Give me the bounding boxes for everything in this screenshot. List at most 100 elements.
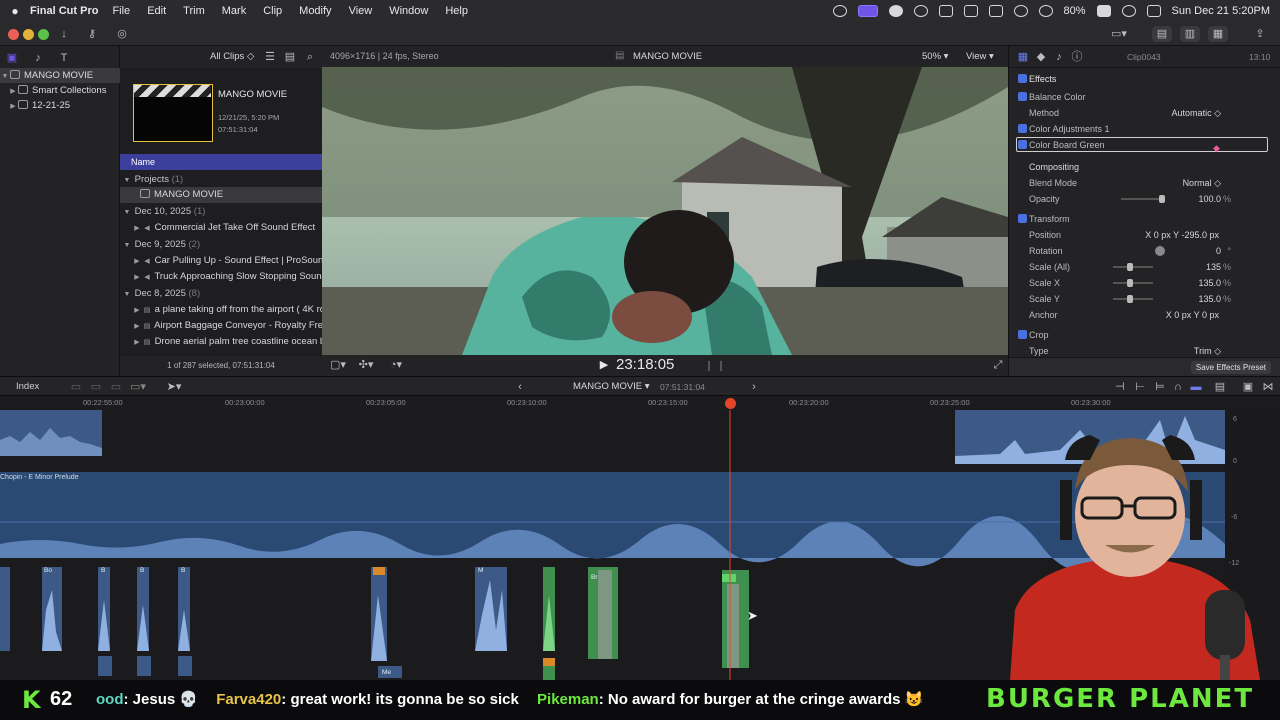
library-item-mango-movie[interactable]: ▼ MANGO MOVIE <box>0 68 120 83</box>
inspector-row-scale-all[interactable]: Scale (All) 135% <box>1009 259 1280 275</box>
inspector-row-position[interactable]: Position X 0 px Y -295.0 px <box>1009 227 1280 243</box>
background-tasks-icon[interactable]: ◎ <box>112 26 132 42</box>
playhead-handle-icon[interactable] <box>725 398 736 409</box>
opacity-slider[interactable] <box>1121 195 1165 203</box>
focus-icon[interactable] <box>888 5 903 17</box>
inspector-row-color-board[interactable]: Color Board Green ◆ <box>1009 137 1280 153</box>
transitions-browser-icon[interactable]: ⋈ <box>1258 379 1278 395</box>
transform-checkbox[interactable] <box>1018 214 1027 223</box>
insert-clip-icon[interactable]: ▭ <box>86 379 106 395</box>
info-inspector-icon[interactable]: ⓘ <box>1067 49 1087 65</box>
import-icon[interactable]: ↓ <box>54 26 74 42</box>
video-inspector-icon[interactable]: ▦ <box>1013 49 1033 65</box>
minimize-window-button[interactable] <box>23 29 34 40</box>
share-icon[interactable]: ⇪ <box>1250 26 1270 42</box>
menu-clock[interactable]: Sun Dec 21 5:20PM <box>1172 5 1270 17</box>
balance-color-checkbox[interactable] <box>1018 92 1027 101</box>
clip-appearance-icon[interactable]: ▤ <box>1210 379 1230 395</box>
browser-item-project[interactable]: MANGO MOVIE <box>120 187 322 203</box>
show-browser-icon[interactable]: ▤ <box>1152 26 1172 42</box>
effects-section[interactable]: Effects <box>1009 71 1280 87</box>
color-adjustments-checkbox[interactable] <box>1018 124 1027 133</box>
inspector-row-transform[interactable]: Transform <box>1009 211 1280 227</box>
close-window-button[interactable] <box>8 29 19 40</box>
menu-edit[interactable]: Edit <box>147 5 166 17</box>
select-tool-icon[interactable]: ➤▾ <box>164 379 184 395</box>
inspector-row-method[interactable]: Method Automatic ◇ <box>1009 105 1280 121</box>
skimming-icon[interactable]: ▬ <box>1186 379 1206 395</box>
inspector-row-balance-color[interactable]: Balance Color <box>1009 89 1280 105</box>
recording-indicator-icon[interactable] <box>857 5 878 17</box>
menu-help[interactable]: Help <box>445 5 468 17</box>
zoom-dropdown[interactable]: 50% ▾ <box>922 51 948 62</box>
inspector-row-anchor[interactable]: Anchor X 0 px Y 0 px <box>1009 307 1280 323</box>
wifi-icon[interactable] <box>1038 5 1053 17</box>
browser-group-projects[interactable]: ▼ Projects (1) <box>120 172 322 188</box>
keywords-icon[interactable]: ⚷ <box>82 26 102 42</box>
menu-clip[interactable]: Clip <box>263 5 282 17</box>
browser-item-clip[interactable]: ▶ ▤ Airport Baggage Conveyor - Royalty Fr… <box>120 318 322 334</box>
color-inspector-icon[interactable]: ◆ <box>1031 49 1051 65</box>
clip-skimming-icon[interactable]: ⊣ <box>1110 379 1130 395</box>
fullscreen-icon[interactable]: ⤢ <box>988 357 1008 373</box>
timeline-ruler[interactable]: 00:22:55:00 00:23:00:00 00:23:05:00 00:2… <box>0 396 1225 410</box>
library-item-smart-collections[interactable]: ▶ Smart Collections <box>0 83 120 98</box>
menu-view[interactable]: View <box>349 5 373 17</box>
browser-item-clip[interactable]: ▶ ▤ a plane taking off from the airport (… <box>120 302 322 318</box>
apple-menu-icon[interactable]: ● <box>0 4 30 18</box>
solo-icon[interactable]: ⊨ <box>1150 379 1170 395</box>
menu-window[interactable]: Window <box>389 5 428 17</box>
video-frame[interactable] <box>322 67 1008 355</box>
name-column-header[interactable]: Name <box>120 154 322 170</box>
browser-item-clip[interactable]: ▶ ◀ Commercial Jet Take Off Sound Effect <box>120 220 322 236</box>
save-effects-preset-button[interactable]: Save Effects Preset <box>1190 361 1271 374</box>
volume-icon[interactable] <box>938 5 953 17</box>
menu-file[interactable]: File <box>112 5 130 17</box>
inspector-row-scale-y[interactable]: Scale Y 135.0% <box>1009 291 1280 307</box>
show-timeline-icon[interactable]: ▥ <box>1180 26 1200 42</box>
timeline-forward-icon[interactable]: › <box>744 379 764 395</box>
spotlight-search-icon[interactable] <box>1121 5 1136 17</box>
control-center-icon[interactable] <box>1146 5 1161 17</box>
browser-group-date[interactable]: ▼ Dec 8, 2025 (8) <box>120 286 322 302</box>
view-dropdown[interactable]: View ▾ <box>966 51 994 62</box>
view-options-icon[interactable]: ▤ <box>280 49 300 65</box>
titles-generators-icon[interactable]: T <box>54 50 74 66</box>
display-icon[interactable] <box>988 5 1003 17</box>
list-view-icon[interactable]: ☰ <box>260 49 280 65</box>
scale-x-slider[interactable] <box>1113 279 1153 287</box>
crop-checkbox[interactable] <box>1018 330 1027 339</box>
timeline-back-icon[interactable]: ‹ <box>510 379 530 395</box>
inspector-row-color-adjustments[interactable]: Color Adjustments 1 <box>1009 121 1280 137</box>
snapping-icon[interactable]: ⊢ <box>1130 379 1150 395</box>
browser-item-clip[interactable]: ▶ ▤ Drone aerial palm tree coastline ocea… <box>120 334 322 350</box>
browser-item-clip[interactable]: ▶ ◀ Truck Approaching Slow Stopping Sound <box>120 269 322 285</box>
libraries-icon[interactable]: ▣ <box>2 50 22 66</box>
color-board-checkbox[interactable] <box>1018 140 1027 149</box>
browser-group-date[interactable]: ▼ Dec 10, 2025 (1) <box>120 204 322 220</box>
workspace-icon[interactable]: ▭▾ <box>1106 26 1132 42</box>
scale-y-slider[interactable] <box>1113 295 1153 303</box>
browser-group-date[interactable]: ▼ Dec 9, 2025 (2) <box>120 237 322 253</box>
viewer-options-icon[interactable]: ▢▾ <box>328 357 348 373</box>
browser-item-clip[interactable]: ▶ ◀ Car Pulling Up - Sound Effect | ProSo… <box>120 253 322 269</box>
bluetooth-icon[interactable] <box>1013 5 1028 17</box>
edit-options-icon[interactable]: ▭▾ <box>128 379 148 395</box>
effects-browser-icon[interactable]: ▣ <box>1238 379 1258 395</box>
library-item-event[interactable]: ▶ 12-21-25 <box>0 98 120 113</box>
overwrite-clip-icon[interactable]: ▭ <box>106 379 126 395</box>
app-menu[interactable]: Final Cut Pro <box>30 5 98 17</box>
play-status-icon[interactable] <box>913 5 928 17</box>
audio-inspector-icon[interactable]: ♪ <box>1049 49 1069 65</box>
append-clip-icon[interactable]: ▭ <box>66 379 86 395</box>
effects-checkbox[interactable] <box>1018 74 1027 83</box>
timecode-display[interactable]: 23:18:05 <box>616 356 674 373</box>
photos-audio-icon[interactable]: ♪ <box>28 50 48 66</box>
inspector-row-opacity[interactable]: Opacity 100.0% <box>1009 191 1280 207</box>
battery-icon[interactable] <box>1096 5 1111 17</box>
search-icon[interactable]: ⌕ <box>300 49 320 65</box>
speed-icon[interactable]: ◔▾ <box>386 357 406 373</box>
menu-trim[interactable]: Trim <box>183 5 205 17</box>
clip-filter-dropdown[interactable]: All Clips ◇ <box>210 51 254 62</box>
menu-modify[interactable]: Modify <box>299 5 331 17</box>
